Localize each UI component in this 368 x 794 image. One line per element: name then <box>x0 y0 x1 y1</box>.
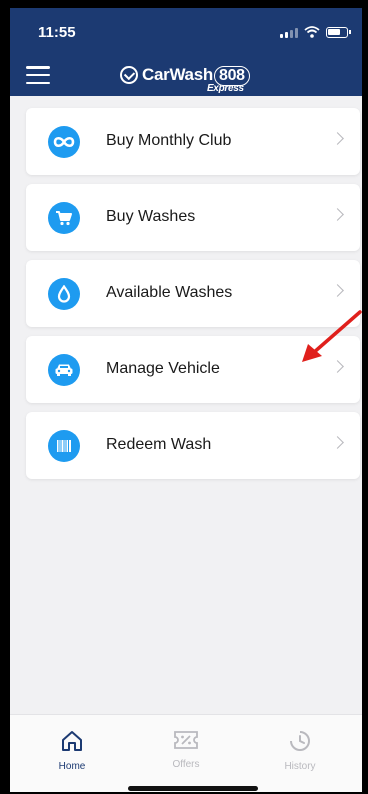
tab-home[interactable]: Home <box>37 729 107 772</box>
menu-item-label: Redeem Wash <box>106 436 212 453</box>
menu-item-label: Buy Washes <box>106 208 196 225</box>
chevron-right-icon <box>331 436 344 449</box>
home-indicator <box>128 786 258 791</box>
menu-item-label: Buy Monthly Club <box>106 132 232 149</box>
infinity-icon <box>48 126 80 158</box>
app-screen: 11:55 CarWash 808 Express Buy Monthly Cl… <box>10 8 362 792</box>
logo-check-icon <box>120 66 138 84</box>
status-icons <box>280 26 351 38</box>
app-logo: CarWash 808 Express <box>120 58 250 94</box>
wifi-icon <box>304 26 320 38</box>
offers-icon <box>174 731 198 749</box>
device-frame: 11:55 CarWash 808 Express Buy Monthly Cl… <box>0 0 368 794</box>
chevron-right-icon <box>331 132 344 145</box>
home-menu-list: Buy Monthly Club Buy Washes Available Wa… <box>26 108 360 488</box>
tab-history-label: History <box>284 761 316 772</box>
home-icon <box>62 731 82 751</box>
logo-brand-text: CarWash <box>142 64 213 84</box>
menu-hamburger-button[interactable] <box>26 66 50 84</box>
menu-item-label: Available Washes <box>106 284 233 301</box>
tab-home-label: Home <box>58 761 86 772</box>
logo-text: CarWash 808 Express <box>142 64 250 94</box>
chevron-right-icon <box>331 208 344 221</box>
signal-icon <box>280 28 298 38</box>
bottom-tab-bar: Home Offers History <box>10 714 362 792</box>
battery-icon <box>326 27 351 38</box>
barcode-icon <box>48 430 80 462</box>
menu-item-buy-washes[interactable]: Buy Washes <box>26 184 360 251</box>
status-time: 11:55 <box>38 24 76 41</box>
car-icon <box>48 354 80 386</box>
logo-subtitle: Express <box>206 82 244 94</box>
cart-icon <box>48 202 80 234</box>
water-drop-icon <box>48 278 80 310</box>
app-header: 11:55 CarWash 808 Express <box>10 8 362 96</box>
chevron-right-icon <box>331 284 344 297</box>
menu-item-buy-monthly-club[interactable]: Buy Monthly Club <box>26 108 360 175</box>
tab-offers-label: Offers <box>172 759 200 770</box>
menu-item-label: Manage Vehicle <box>106 360 220 377</box>
tab-offers[interactable]: Offers <box>151 729 221 770</box>
annotation-arrow <box>302 310 362 362</box>
history-icon <box>290 731 310 751</box>
tab-history[interactable]: History <box>265 729 335 772</box>
menu-item-redeem-wash[interactable]: Redeem Wash <box>26 412 360 479</box>
